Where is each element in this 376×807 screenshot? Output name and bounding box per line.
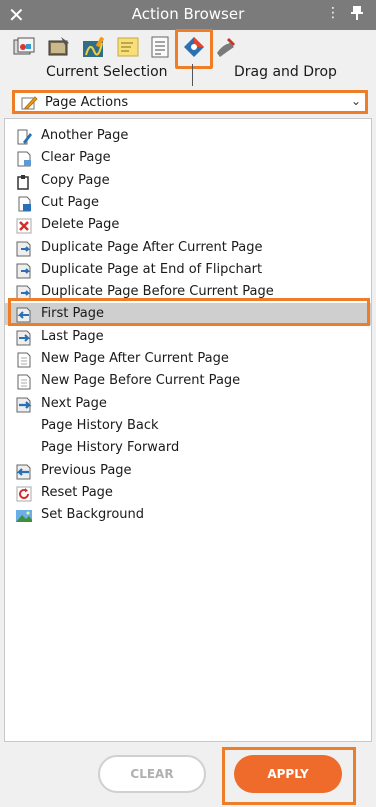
list-item-label: Next Page xyxy=(41,395,107,411)
chevron-down-icon[interactable]: ⌄ xyxy=(351,94,361,108)
list-item[interactable]: Cut Page xyxy=(5,192,371,214)
list-item-label: Delete Page xyxy=(41,217,120,233)
next-page-icon xyxy=(15,396,33,414)
list-item[interactable]: Reset Page xyxy=(5,482,371,504)
list-item[interactable]: Page History Forward xyxy=(5,437,371,459)
list-item[interactable]: Next Page xyxy=(5,393,371,415)
selected-category-highlight xyxy=(175,29,213,69)
list-item[interactable]: Another Page xyxy=(5,125,371,147)
window-title: Action Browser xyxy=(131,5,245,23)
delete-page-icon xyxy=(15,217,33,235)
list-item[interactable]: New Page Before Current Page xyxy=(5,370,371,392)
category-label: Page Actions xyxy=(45,95,129,110)
list-item-label: Duplicate Page Before Current Page xyxy=(41,284,274,300)
list-item[interactable]: New Page After Current Page xyxy=(5,348,371,370)
list-item-label: New Page Before Current Page xyxy=(41,373,241,389)
reset-page-icon xyxy=(15,485,33,503)
list-item[interactable]: Set Background xyxy=(5,504,371,526)
list-item[interactable]: Duplicate Page After Current Page xyxy=(5,237,371,259)
set-background-icon xyxy=(15,507,33,525)
list-item-label: New Page After Current Page xyxy=(41,351,229,366)
previous-page-icon xyxy=(15,463,33,481)
category-dropdown[interactable]: Page Actions ⌄ xyxy=(12,90,368,114)
pin-icon[interactable] xyxy=(350,5,364,21)
clear-page-icon xyxy=(15,150,33,168)
list-icon[interactable] xyxy=(148,35,172,59)
list-item-label: Duplicate Page After Current Page xyxy=(41,239,263,255)
list-item-label: Another Page xyxy=(41,128,129,143)
list-item[interactable]: Last Page xyxy=(5,326,371,348)
list-item-label: Previous Page xyxy=(41,462,132,478)
list-item-label: Clear Page xyxy=(41,150,111,166)
list-item-label: Reset Page xyxy=(41,484,113,500)
media-icon[interactable] xyxy=(47,35,71,59)
duplicate-page-icon xyxy=(15,262,33,280)
list-item-label: Copy Page xyxy=(41,172,110,188)
apply-button[interactable]: APPLY xyxy=(234,755,342,793)
mode-divider xyxy=(192,64,193,86)
signature-icon[interactable] xyxy=(82,35,106,59)
footer: CLEAR APPLY xyxy=(0,742,376,807)
another-page-icon xyxy=(15,128,33,146)
list-item[interactable]: Page History Back xyxy=(5,415,371,437)
cut-page-icon xyxy=(15,195,33,213)
selected-action-highlight xyxy=(8,298,370,326)
list-item-label: Last Page xyxy=(41,328,104,344)
mode-tabs: Current Selection Drag and Drop xyxy=(0,64,376,86)
copy-page-icon xyxy=(15,173,33,191)
tab-drag-and-drop[interactable]: Drag and Drop xyxy=(234,64,337,80)
list-item[interactable]: Previous Page xyxy=(5,460,371,482)
last-page-icon xyxy=(15,329,33,347)
new-page-icon xyxy=(15,373,33,391)
list-item-label: Cut Page xyxy=(41,194,100,210)
actions-list: Another Page Clear Page Copy Page Cut Page D… xyxy=(4,118,372,742)
clear-button[interactable]: CLEAR xyxy=(98,755,206,793)
tool-icon[interactable] xyxy=(214,35,238,59)
list-item-label: Set Background xyxy=(41,507,145,523)
new-page-icon xyxy=(15,351,33,369)
title-bar: ✕ Action Browser ⋮ xyxy=(0,0,376,30)
page-actions-category-icon xyxy=(21,95,39,111)
sticky-note-icon[interactable] xyxy=(116,35,140,59)
actions-icon[interactable] xyxy=(12,35,36,59)
list-item[interactable]: Copy Page xyxy=(5,170,371,192)
duplicate-page-icon xyxy=(15,240,33,258)
tab-current-selection[interactable]: Current Selection xyxy=(46,64,168,80)
list-item-label: Page History Back xyxy=(41,417,159,433)
more-menu-icon[interactable]: ⋮ xyxy=(326,5,340,21)
list-item[interactable]: Duplicate Page at End of Flipchart xyxy=(5,259,371,281)
list-item-label: Duplicate Page at End of Flipchart xyxy=(41,261,263,277)
list-item[interactable]: Delete Page xyxy=(5,214,371,236)
list-item-label: Page History Forward xyxy=(41,440,180,456)
list-item[interactable]: Clear Page xyxy=(5,147,371,169)
